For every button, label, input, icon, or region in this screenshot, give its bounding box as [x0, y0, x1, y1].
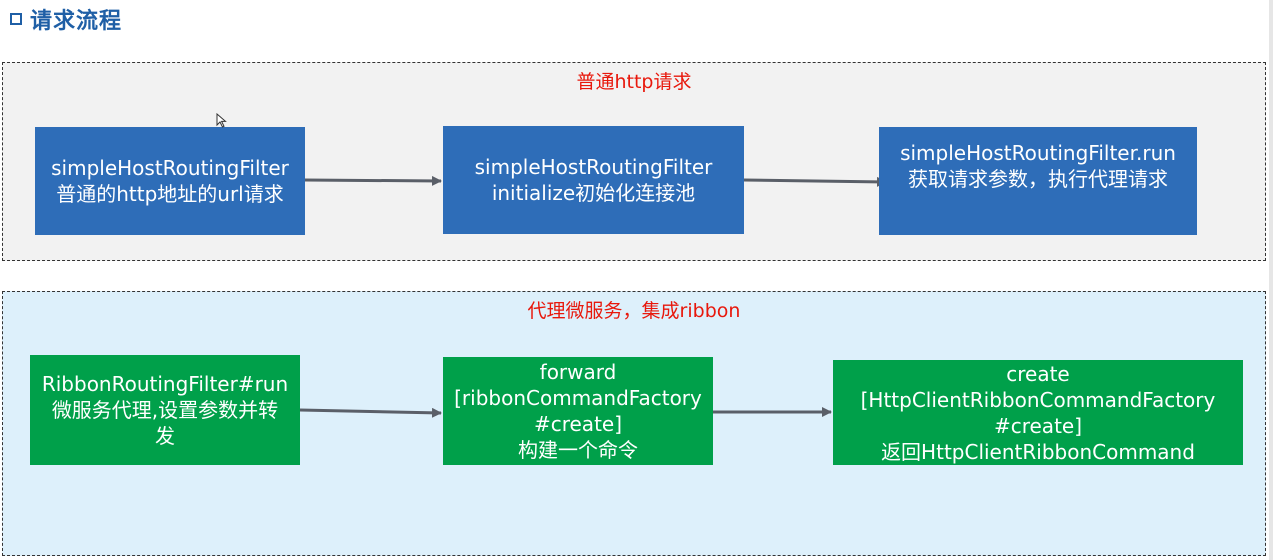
- box-line: [ribbonCommandFactory: [454, 386, 702, 410]
- arrow-1-2: [304, 175, 442, 186]
- box-line: 微服务代理,设置参数并转: [51, 398, 279, 422]
- box-line: 普通的http地址的url请求: [56, 182, 284, 206]
- box-line: simpleHostRoutingFilter.run: [900, 141, 1176, 165]
- forward-command-box: forward [ribbonCommandFactory #create] 构…: [443, 357, 713, 465]
- create-ribbon-command-box: create [HttpClientRibbonCommandFactory #…: [833, 360, 1243, 465]
- box-line: 发: [155, 424, 175, 448]
- ribbon-routing-filter-box: RibbonRoutingFilter#run 微服务代理,设置参数并转 发: [30, 355, 300, 465]
- box-line: forward: [539, 360, 617, 384]
- box-line: RibbonRoutingFilter#run: [41, 372, 289, 396]
- simple-host-filter-run-box: simpleHostRoutingFilter.run 获取请求参数，执行代理请…: [879, 127, 1197, 235]
- box-line: 返回HttpClientRibbonCommand: [881, 439, 1195, 464]
- mouse-cursor-icon: [216, 113, 227, 128]
- box-line: simpleHostRoutingFilter: [474, 155, 713, 179]
- box-line: #create]: [993, 413, 1083, 438]
- initialize-connection-pool-box: simpleHostRoutingFilter initialize初始化连接池: [443, 126, 744, 234]
- arrow-2-3: [743, 176, 887, 187]
- arrow-4-5: [299, 407, 442, 418]
- simple-host-filter-box: simpleHostRoutingFilter 普通的http地址的url请求: [35, 127, 305, 235]
- box-line: create: [1006, 361, 1070, 386]
- vertical-scrollbar[interactable]: [1269, 0, 1273, 560]
- box-line: [HttpClientRibbonCommandFactory: [860, 387, 1216, 412]
- box-line: initialize初始化连接池: [491, 181, 696, 205]
- box-line: 构建一个命令: [518, 438, 638, 462]
- box-line: #create]: [533, 412, 623, 436]
- box-line: simpleHostRoutingFilter: [51, 156, 289, 180]
- flow-arrows: [299, 175, 887, 418]
- box-line: 获取请求参数，执行代理请求: [908, 167, 1168, 191]
